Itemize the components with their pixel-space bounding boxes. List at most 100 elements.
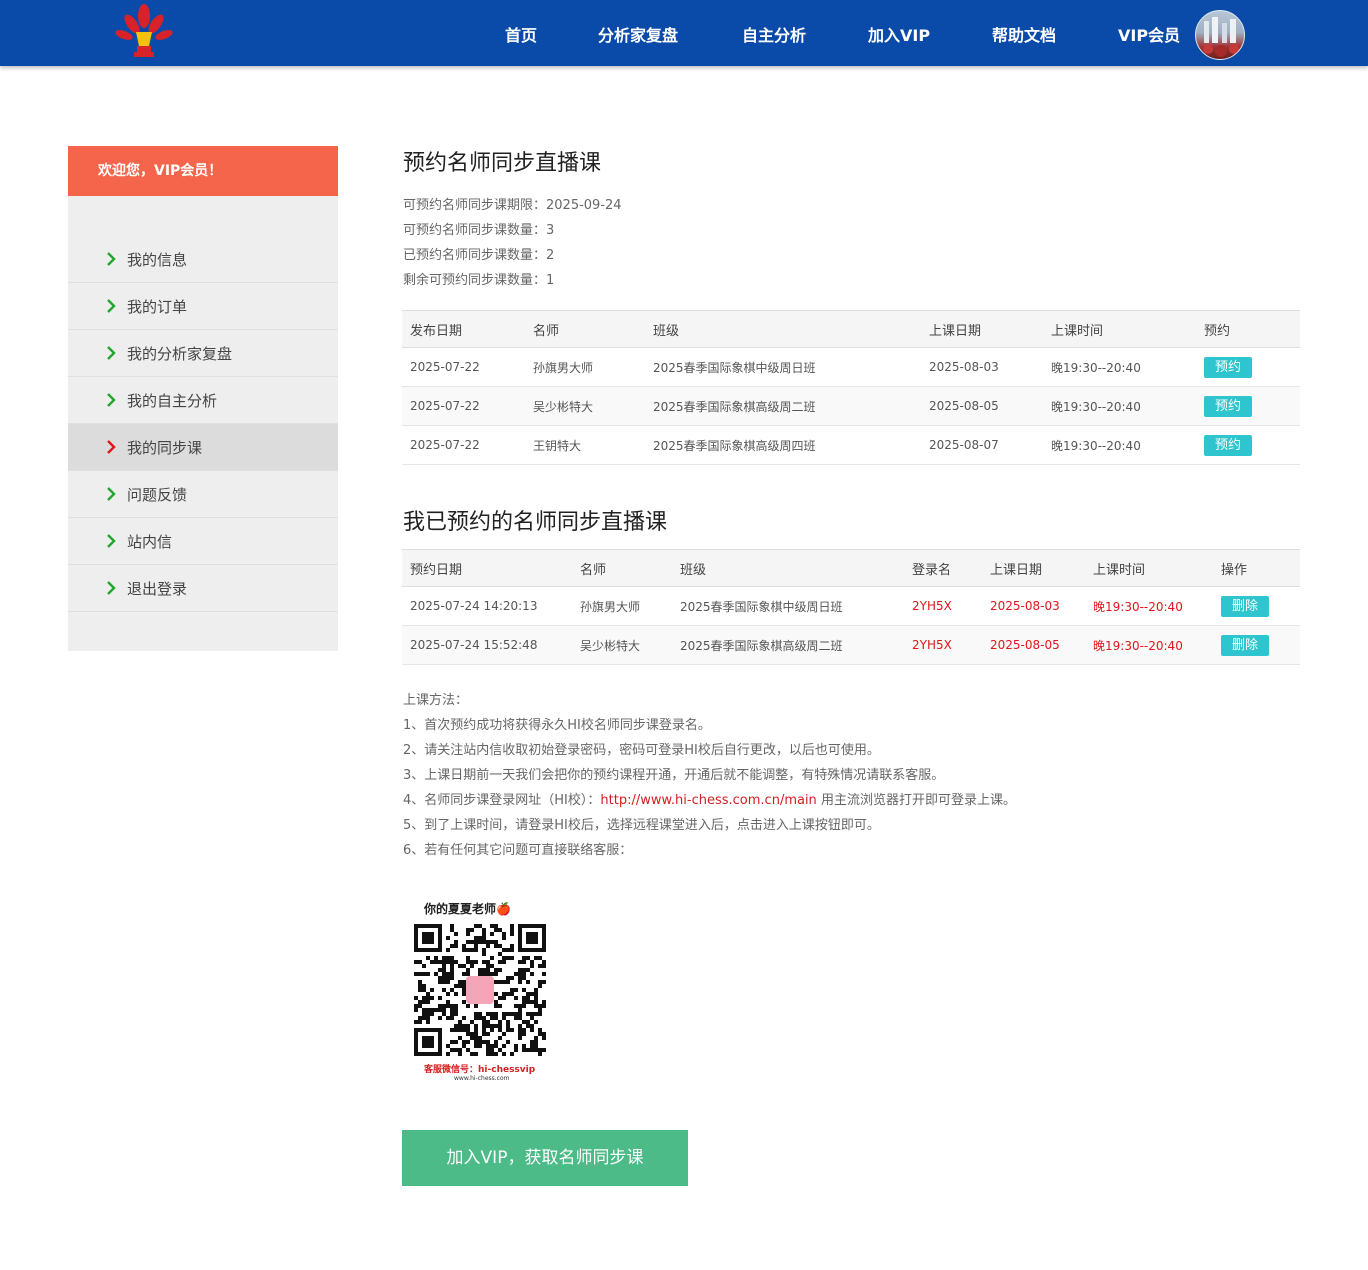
nav-home[interactable]: 首页 (505, 22, 537, 46)
cell-login-name: 2YH5X (904, 625, 982, 665)
nav-help-docs[interactable]: 帮助文档 (992, 22, 1056, 46)
qr-website: www.hi-chess.com (454, 1075, 510, 1082)
col-publish-date: 发布日期 (402, 310, 525, 348)
col-login-name: 登录名 (904, 549, 982, 587)
join-vip-button[interactable]: 加入VIP，获取名师同步课 (402, 1130, 688, 1186)
method-line-3: 3、上课日期前一天我们会把你的预约课程开通，开通后就不能调整，有特殊情况请联系客… (403, 768, 945, 783)
book-button[interactable]: 预约 (1204, 395, 1253, 417)
info-booked: 已预约名师同步课数量：2 (403, 248, 555, 263)
sidebar-item[interactable]: 退出登录 (68, 565, 338, 612)
booked-table: 预约日期 名师 班级 登录名 上课日期 上课时间 操作 2025-07-24 1… (402, 549, 1300, 665)
cell-class: 2025春季国际象棋高级周二班 (645, 386, 921, 426)
qr-title: 你的夏夏老师🍎 (424, 902, 511, 916)
chevron-right-icon (107, 487, 116, 501)
table-row: 2025-07-22 孙旗男大师 2025春季国际象棋中级周日班 2025-08… (402, 347, 1300, 387)
col-lesson-time: 上课时间 (1043, 310, 1196, 348)
sidebar: 欢迎您，VIP会员！ 我的信息我的订单我的分析家复盘 我的自主分析 我的同步课问题反… (68, 146, 338, 651)
cell-lesson-time: 晚19:30--20:40 (1043, 425, 1196, 465)
col-class: 班级 (645, 310, 921, 348)
table-row: 2025-07-22 吴少彬特大 2025春季国际象棋高级周二班 2025-08… (402, 386, 1300, 426)
sidebar-item[interactable]: 我的信息 (68, 236, 338, 283)
welcome-banner: 欢迎您，VIP会员！ (68, 146, 338, 196)
chevron-right-icon (107, 393, 116, 407)
col-class: 班级 (672, 549, 904, 587)
chevron-right-icon (107, 346, 116, 360)
sidebar-item-label: 我的自主分析 (127, 391, 218, 410)
top-navbar: 首页 分析家复盘 自主分析 加入VIP 帮助文档 VIP会员 (0, 0, 1368, 66)
col-teacher: 名师 (572, 549, 672, 587)
sidebar-item[interactable]: 我的自主分析 (68, 377, 338, 424)
chevron-right-icon (107, 299, 116, 313)
chevron-right-icon (107, 581, 116, 595)
cell-publish-date: 2025-07-22 (402, 425, 525, 465)
method-line-4: 4、名师同步课登录网址（HI校）：http://www.hi-chess.com… (403, 789, 1016, 808)
cell-booking-date: 2025-07-24 15:52:48 (402, 625, 572, 665)
chevron-right-icon (107, 440, 116, 454)
cell-lesson-time: 晚19:30--20:40 (1085, 586, 1213, 626)
chevron-right-icon (107, 252, 116, 266)
cell-action: 预约 (1196, 347, 1300, 387)
sidebar-item[interactable]: 我的同步课 (68, 424, 338, 471)
info-deadline: 可预约名师同步课期限：2025-09-24 (403, 198, 622, 213)
sidebar-item-label: 我的同步课 (127, 438, 203, 457)
booking-table: 发布日期 名师 班级 上课日期 上课时间 预约 2025-07-22 孙旗男大师… (402, 310, 1300, 465)
book-button[interactable]: 预约 (1204, 434, 1253, 456)
method-line-4-prefix: 4、名师同步课登录网址（HI校）： (403, 793, 601, 808)
sidebar-item-label: 站内信 (127, 532, 173, 551)
sidebar-item-label: 我的信息 (127, 250, 188, 269)
cell-lesson-date: 2025-08-03 (982, 586, 1085, 626)
cell-booking-date: 2025-07-24 14:20:13 (402, 586, 572, 626)
col-booking-date: 预约日期 (402, 549, 572, 587)
cell-lesson-time: 晚19:30--20:40 (1043, 347, 1196, 387)
cell-publish-date: 2025-07-22 (402, 386, 525, 426)
cell-lesson-date: 2025-08-05 (921, 386, 1043, 426)
cell-class: 2025春季国际象棋中级周日班 (645, 347, 921, 387)
method-line-6: 6、若有任何其它问题可直接联络客服： (403, 843, 633, 858)
cell-login-name: 2YH5X (904, 586, 982, 626)
cell-class: 2025春季国际象棋高级周二班 (672, 625, 904, 665)
table-row: 2025-07-22 王钥特大 2025春季国际象棋高级周四班 2025-08-… (402, 425, 1300, 465)
delete-button[interactable]: 删除 (1221, 595, 1270, 617)
sidebar-item-label: 我的分析家复盘 (127, 344, 233, 363)
method-heading: 上课方法： (403, 693, 469, 708)
cell-teacher: 吴少彬特大 (525, 386, 645, 426)
method-line-1: 1、首次预约成功将获得永久HI校名师同步课登录名。 (403, 718, 711, 733)
booked-title: 我已预约的名师同步直播课 (403, 510, 668, 535)
qr-code-icon (412, 922, 548, 1058)
sidebar-item-label: 问题反馈 (127, 485, 188, 504)
info-total: 可预约名师同步课数量：3 (403, 223, 555, 238)
chevron-right-icon (107, 534, 116, 548)
sidebar-item[interactable]: 站内信 (68, 518, 338, 565)
delete-button[interactable]: 删除 (1221, 634, 1270, 656)
method-line-5: 5、到了上课时间，请登录HI校后，选择远程课堂进入后，点击进入上课按钮即可。 (403, 818, 880, 833)
cell-action: 删除 (1213, 586, 1300, 626)
col-operation: 操作 (1213, 549, 1300, 587)
cell-publish-date: 2025-07-22 (402, 347, 525, 387)
cell-teacher: 王钥特大 (525, 425, 645, 465)
cell-teacher: 孙旗男大师 (525, 347, 645, 387)
col-lesson-date: 上课日期 (982, 549, 1085, 587)
cell-action: 删除 (1213, 625, 1300, 665)
nav-analyst-review[interactable]: 分析家复盘 (598, 22, 678, 46)
cell-lesson-date: 2025-08-05 (982, 625, 1085, 665)
sidebar-item[interactable]: 我的订单 (68, 283, 338, 330)
login-url-link[interactable]: http://www.hi-chess.com.cn/main (600, 793, 816, 808)
nav-vip-member[interactable]: VIP会员 (1118, 22, 1180, 46)
cell-lesson-date: 2025-08-03 (921, 347, 1043, 387)
sidebar-menu: 我的信息我的订单我的分析家复盘 我的自主分析 我的同步课问题反馈站内信退出登录 (68, 236, 338, 612)
user-avatar-icon[interactable] (1195, 10, 1245, 60)
sidebar-item[interactable]: 问题反馈 (68, 471, 338, 518)
cell-lesson-time: 晚19:30--20:40 (1085, 625, 1213, 665)
info-remaining: 剩余可预约同步课数量：1 (403, 273, 555, 288)
table-header-row: 发布日期 名师 班级 上课日期 上课时间 预约 (402, 310, 1300, 348)
sidebar-item[interactable]: 我的分析家复盘 (68, 330, 338, 377)
method-line-4-suffix: 用主流浏览器打开即可登录上课。 (816, 793, 1016, 808)
cell-class: 2025春季国际象棋高级周四班 (645, 425, 921, 465)
nav-join-vip[interactable]: 加入VIP (868, 22, 930, 46)
cell-teacher: 吴少彬特大 (572, 625, 672, 665)
table-row: 2025-07-24 14:20:13 孙旗男大师 2025春季国际象棋中级周日… (402, 586, 1300, 626)
sidebar-item-label: 我的订单 (127, 297, 188, 316)
nav-self-analysis[interactable]: 自主分析 (742, 22, 806, 46)
cell-class: 2025春季国际象棋中级周日班 (672, 586, 904, 626)
book-button[interactable]: 预约 (1204, 356, 1253, 378)
